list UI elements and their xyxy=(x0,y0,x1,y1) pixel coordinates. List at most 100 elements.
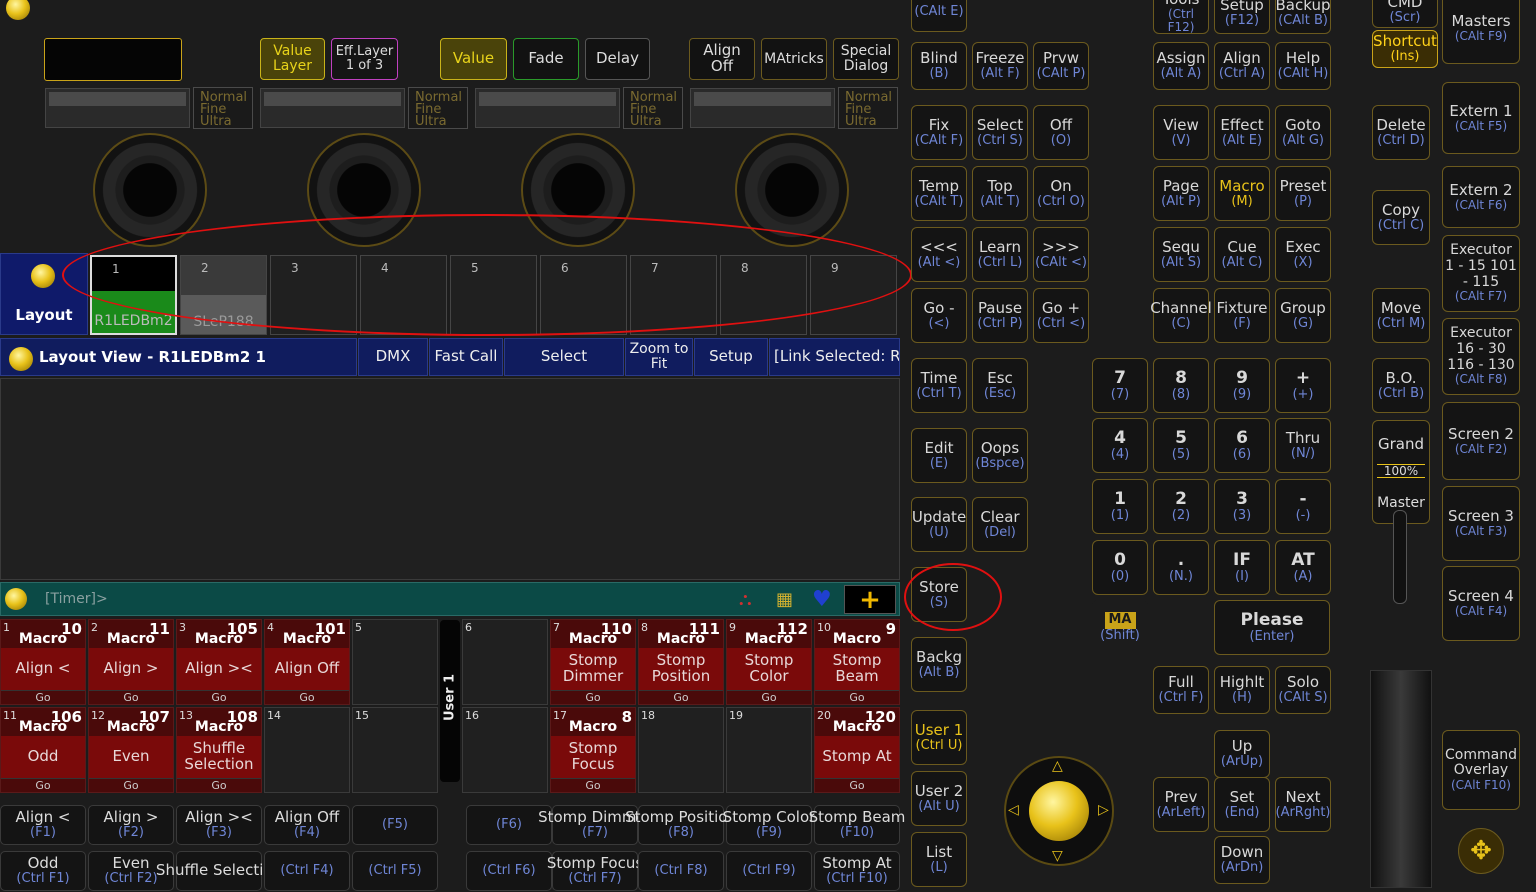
key-delete[interactable]: Delete (Ctrl D) xyxy=(1372,105,1430,160)
layout-view-canvas[interactable] xyxy=(0,378,900,580)
key-0[interactable]: 0 (0) xyxy=(1092,540,1148,595)
key-tools[interactable]: Tools(Ctrl F12) xyxy=(1153,0,1209,34)
fkey-row2-7[interactable]: Stomp Focus (Ctrl F7) xyxy=(547,851,643,891)
encoder-knob-1[interactable] xyxy=(93,133,207,247)
fkey-row2-3[interactable]: Shuffle Selection xyxy=(156,851,282,891)
fkey-row2-4[interactable]: (Ctrl F4) xyxy=(264,851,350,891)
key-shortcut[interactable]: Shortcut (Ins) xyxy=(1372,30,1438,68)
executor-13[interactable]: 13 108 Macro Shuffle Selection Go xyxy=(176,707,262,793)
key-down[interactable]: Down (ArDn) xyxy=(1214,836,1270,884)
key-screen-3[interactable]: Screen 3 (CAlt F3) xyxy=(1442,486,1520,561)
key-top[interactable]: Top (Alt T) xyxy=(972,166,1028,221)
key-extern-1[interactable]: Extern 1 (CAlt F5) xyxy=(1442,82,1520,154)
fkey-row1-5[interactable]: (F5) xyxy=(352,805,438,845)
key-if[interactable]: IF (I) xyxy=(1214,540,1270,595)
encoder-resolution-2[interactable]: Normal Fine Ultra xyxy=(408,87,468,129)
key-set[interactable]: Set (End) xyxy=(1214,777,1270,832)
key-7[interactable]: 7 (7) xyxy=(1092,358,1148,413)
key-4[interactable]: 4 (4) xyxy=(1092,418,1148,473)
fkey-row2-8[interactable]: (Ctrl F8) xyxy=(638,851,724,891)
executor-18[interactable]: 18 xyxy=(638,707,724,793)
executor-19[interactable]: 19 xyxy=(726,707,812,793)
tab-zoom-to-fit[interactable]: Zoom to Fit xyxy=(625,338,693,376)
key-temp[interactable]: Temp (CAlt T) xyxy=(911,166,967,221)
fkey-row2-1[interactable]: Odd (Ctrl F1) xyxy=(0,851,86,891)
key-channel[interactable]: Channel (C) xyxy=(1150,288,1212,343)
key-assign[interactable]: Assign (Alt A) xyxy=(1153,42,1209,90)
key-executor-16-30-116-130[interactable]: Executor 16 - 30 116 - 130 (CAlt F8) xyxy=(1442,318,1520,395)
tab-dmx[interactable]: DMX xyxy=(358,338,428,376)
key-time[interactable]: Time (Ctrl T) xyxy=(911,358,967,413)
key-masters[interactable]: Masters (CAlt F9) xyxy=(1442,0,1520,64)
executor-12[interactable]: 12 107 Macro Even Go xyxy=(88,707,174,793)
key-at[interactable]: AT (A) xyxy=(1275,540,1331,595)
key-up[interactable]: Up (ArUp) xyxy=(1214,730,1270,778)
key-goto[interactable]: Goto (Alt G) xyxy=(1275,105,1331,160)
executor-3[interactable]: 3 105 Macro Align >< Go xyxy=(176,619,262,705)
value-button[interactable]: Value xyxy=(440,38,507,80)
key-fix[interactable]: Fix (CAlt F) xyxy=(911,105,967,160)
key-page[interactable]: Page (Alt P) xyxy=(1153,166,1209,221)
key-effect[interactable]: Effect (Alt E) xyxy=(1214,105,1270,160)
key-sequ[interactable]: Sequ (Alt S) xyxy=(1153,227,1209,282)
key-ma[interactable]: MA (Shift) xyxy=(1092,600,1148,655)
executor-15[interactable]: 15 xyxy=(352,707,438,793)
fkey-row1-8[interactable]: Stomp Position (F8) xyxy=(625,805,737,845)
align-off-button[interactable]: Align Off xyxy=(689,38,755,80)
executor-17[interactable]: 17 8 Macro Stomp Focus Go xyxy=(550,707,636,793)
key-group[interactable]: Group (G) xyxy=(1275,288,1331,343)
grand-master-panel[interactable]: Grand 100% Master xyxy=(1372,420,1430,524)
key-3[interactable]: 3 (3) xyxy=(1214,479,1270,534)
key-user-2[interactable]: User 2 (Alt U) xyxy=(911,771,967,826)
fade-button[interactable]: Fade xyxy=(513,38,579,80)
key-prvw[interactable]: Prvw (CAlt P) xyxy=(1033,42,1089,90)
key-list[interactable]: List (L) xyxy=(911,832,967,887)
delay-button[interactable]: Delay xyxy=(585,38,650,80)
key-screen-4[interactable]: Screen 4 (CAlt F4) xyxy=(1442,566,1520,641)
executor-8[interactable]: 8 111 Macro Stomp Position Go xyxy=(638,619,724,705)
fixture-icon[interactable]: ▦ xyxy=(776,589,793,610)
key-b-o[interactable]: B.O. (Ctrl B) xyxy=(1372,358,1430,413)
key-update[interactable]: Update (U) xyxy=(911,497,967,552)
key-6[interactable]: 6 (6) xyxy=(1214,418,1270,473)
executor-20[interactable]: 20 120 Macro Stomp At Go xyxy=(814,707,900,793)
executor-10[interactable]: 10 9 Macro Stomp Beam Go xyxy=(814,619,900,705)
key-executor-1-15-101-115[interactable]: Executor 1 - 15 101 - 115 (CAlt F7) xyxy=(1442,235,1520,312)
key-full[interactable]: Full (Ctrl F) xyxy=(1153,666,1209,714)
key-1[interactable]: 1 (1) xyxy=(1092,479,1148,534)
fkey-row1-2[interactable]: Align > (F2) xyxy=(88,805,174,845)
fkey-row1-3[interactable]: Align >< (F3) xyxy=(176,805,262,845)
fkey-row2-9[interactable]: (Ctrl F9) xyxy=(726,851,812,891)
key-please[interactable]: Please (Enter) xyxy=(1214,600,1330,655)
key-go[interactable]: Go - (<) xyxy=(911,288,967,343)
key-next[interactable]: Next (ArRght) xyxy=(1275,777,1331,832)
key-9[interactable]: 9 (9) xyxy=(1214,358,1270,413)
executor-5[interactable]: 5 xyxy=(352,619,438,705)
executor-4[interactable]: 4 101 Macro Align Off Go xyxy=(264,619,350,705)
executor-7[interactable]: 7 110 Macro Stomp Dimmer Go xyxy=(550,619,636,705)
encoder-resolution-3[interactable]: Normal Fine Ultra xyxy=(623,87,683,129)
key-cue[interactable]: Cue (Alt C) xyxy=(1214,227,1270,282)
tab-select[interactable]: Select xyxy=(504,338,624,376)
fkey-row2-5[interactable]: (Ctrl F5) xyxy=(352,851,438,891)
key-highlt[interactable]: Highlt (H) xyxy=(1214,666,1270,714)
executor-11[interactable]: 11 106 Macro Odd Go xyxy=(0,707,86,793)
key-key[interactable]: - (-) xyxy=(1275,479,1331,534)
key-setup[interactable]: Setup (F12) xyxy=(1214,0,1270,34)
key-key[interactable]: <<< (Alt <) xyxy=(911,227,967,282)
key-backup[interactable]: Backup (CAlt B) xyxy=(1275,0,1331,34)
executor-9[interactable]: 9 112 Macro Stomp Color Go xyxy=(726,619,812,705)
trackball[interactable] xyxy=(1029,781,1089,841)
move-handle-icon[interactable]: ✥ xyxy=(1458,828,1504,874)
key-macro[interactable]: Macro (M) xyxy=(1214,166,1270,221)
value-layer-button[interactable]: Value Layer xyxy=(260,38,325,80)
key-extern-2[interactable]: Extern 2 (CAlt F6) xyxy=(1442,166,1520,228)
key-blind[interactable]: Blind (B) xyxy=(911,42,967,90)
key-preset[interactable]: Preset (P) xyxy=(1275,166,1331,221)
tab-link-selected[interactable]: [Link Selected: R xyxy=(769,338,900,376)
fkey-row2-6[interactable]: (Ctrl F6) xyxy=(466,851,552,891)
network-icon[interactable]: ⛬ xyxy=(739,589,752,610)
key-move[interactable]: Move (Ctrl M) xyxy=(1372,288,1430,343)
key-view[interactable]: View (V) xyxy=(1153,105,1209,160)
key-key[interactable]: . (N.) xyxy=(1153,540,1209,595)
